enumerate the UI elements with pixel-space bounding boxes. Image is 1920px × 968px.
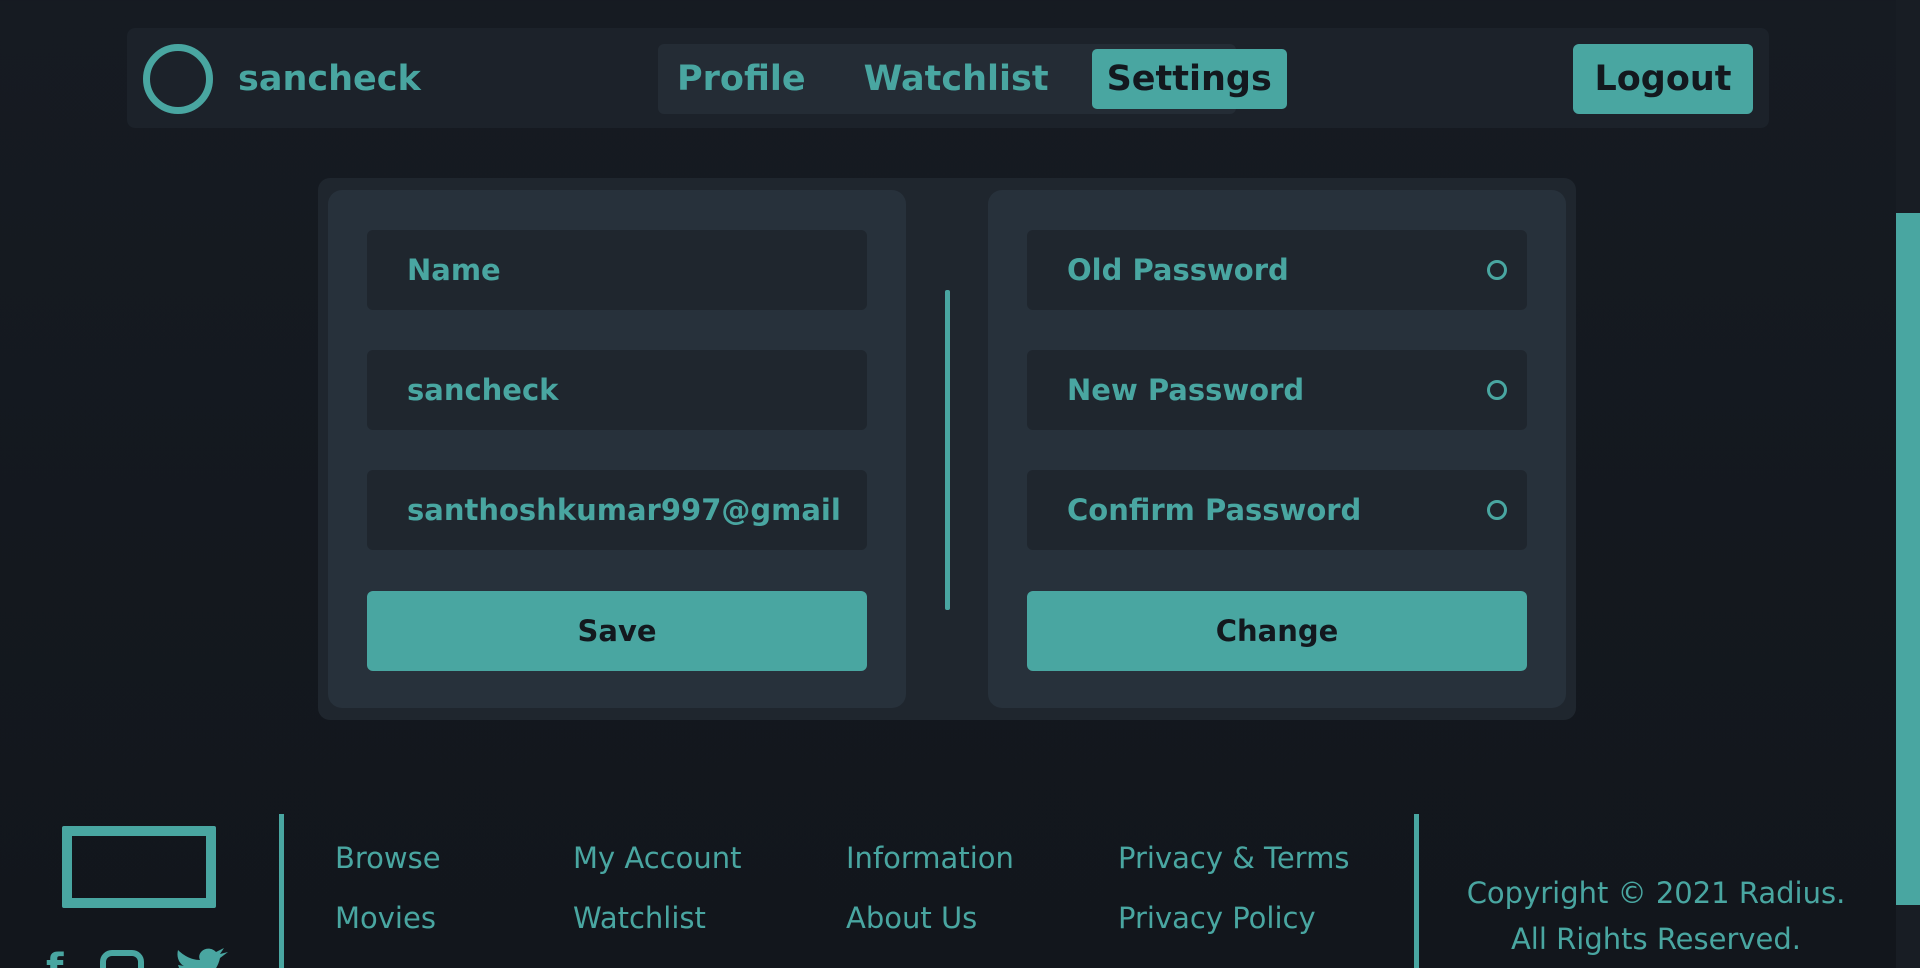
twitter-icon[interactable]: [174, 948, 230, 968]
save-button[interactable]: Save: [367, 591, 867, 671]
settings-container: Name sancheck santhoshkumar997@gmail Sav…: [318, 178, 1576, 720]
footer-column-account: My Account Watchlist: [573, 838, 742, 958]
footer-link[interactable]: Watchlist: [573, 898, 742, 958]
old-password-placeholder: Old Password: [1067, 253, 1289, 287]
username-value: sancheck: [407, 373, 559, 407]
instagram-icon[interactable]: [100, 950, 144, 968]
twitter-bird-shape: [177, 948, 228, 968]
old-password-input[interactable]: Old Password: [1027, 230, 1527, 310]
footer-column-information: Information About Us: [846, 838, 1014, 958]
facebook-icon[interactable]: f: [46, 946, 63, 968]
footer-link[interactable]: Privacy Policy: [1118, 898, 1349, 958]
profile-panel: Name sancheck santhoshkumar997@gmail Sav…: [328, 190, 906, 708]
name-input[interactable]: Name: [367, 230, 867, 310]
footer-link[interactable]: Privacy & Terms: [1118, 838, 1349, 898]
new-password-input[interactable]: New Password: [1027, 350, 1527, 430]
copyright-text: Copyright © 2021 Radius. All Rights Rese…: [1436, 870, 1876, 962]
show-password-icon[interactable]: [1487, 500, 1507, 520]
tab-settings[interactable]: Settings: [1091, 49, 1287, 109]
avatar[interactable]: [143, 44, 213, 114]
tab-watchlist[interactable]: Watchlist: [849, 49, 1064, 109]
confirm-password-placeholder: Confirm Password: [1067, 493, 1362, 527]
scrollbar-track[interactable]: [1896, 0, 1920, 968]
email-value: santhoshkumar997@gmail: [407, 493, 841, 527]
footer-link[interactable]: About Us: [846, 898, 1014, 958]
footer-link[interactable]: My Account: [573, 838, 742, 898]
username-label: sancheck: [238, 59, 421, 99]
new-password-placeholder: New Password: [1067, 373, 1305, 407]
panel-divider: [945, 290, 950, 610]
email-input[interactable]: santhoshkumar997@gmail: [367, 470, 867, 550]
nav-tabs: Profile Watchlist Settings: [658, 44, 1287, 114]
footer-divider-left: [279, 814, 284, 968]
name-placeholder: Name: [407, 253, 501, 287]
logout-button[interactable]: Logout: [1573, 44, 1753, 114]
footer-link[interactable]: Information: [846, 838, 1014, 898]
username-input[interactable]: sancheck: [367, 350, 867, 430]
copyright-line-2: All Rights Reserved.: [1510, 922, 1802, 956]
footer-column-privacy: Privacy & Terms Privacy Policy: [1118, 838, 1349, 958]
tab-profile[interactable]: Profile: [662, 49, 821, 109]
top-nav-bar: sancheck Profile Watchlist Settings Logo…: [127, 28, 1769, 128]
footer-link[interactable]: Browse: [335, 838, 441, 898]
scrollbar-thumb[interactable]: [1896, 213, 1920, 905]
show-password-icon[interactable]: [1487, 380, 1507, 400]
footer-column-browse: Browse Movies: [335, 838, 441, 958]
copyright-line-1: Copyright © 2021 Radius.: [1466, 876, 1846, 910]
footer-divider-right: [1414, 814, 1419, 968]
change-password-button[interactable]: Change: [1027, 591, 1527, 671]
password-panel: Old Password New Password Confirm Passwo…: [988, 190, 1566, 708]
show-password-icon[interactable]: [1487, 260, 1507, 280]
footer-logo[interactable]: [62, 826, 216, 908]
confirm-password-input[interactable]: Confirm Password: [1027, 470, 1527, 550]
footer-link[interactable]: Movies: [335, 898, 441, 958]
